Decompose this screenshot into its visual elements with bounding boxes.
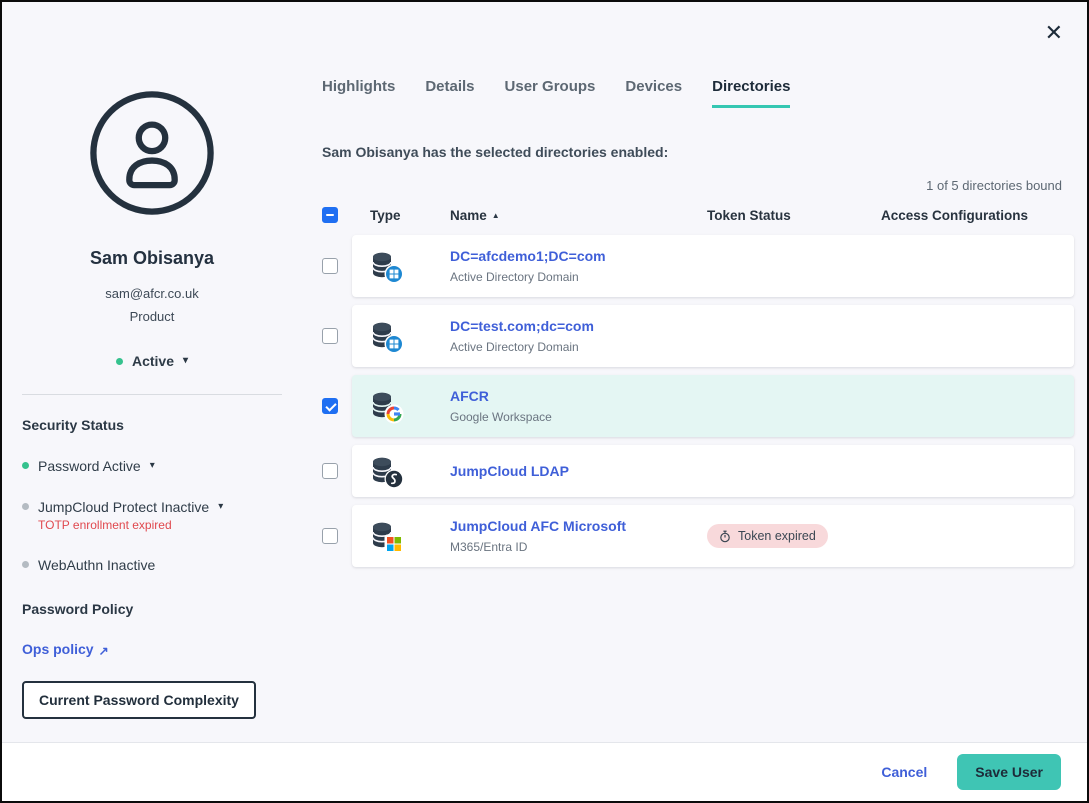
sidebar-divider <box>22 394 282 395</box>
token-expired-label: Token expired <box>738 529 816 543</box>
tab-user-groups[interactable]: User Groups <box>505 78 596 108</box>
security-status-heading: Security Status <box>22 417 282 433</box>
user-email: sam@afcr.co.uk <box>2 286 302 301</box>
directory-row-card[interactable]: JumpCloud AFC Microsoft M365/Entra ID To… <box>352 505 1074 567</box>
webauthn-status: WebAuthn Inactive <box>22 557 282 573</box>
table-row: JumpCloud AFC Microsoft M365/Entra ID To… <box>322 505 1074 567</box>
google-workspace-icon <box>370 390 402 422</box>
table-header: Type Name ▲ Token Status Access Configur… <box>322 207 1074 223</box>
directory-type-label: Active Directory Domain <box>450 340 707 354</box>
directory-name-link[interactable]: DC=test.com;dc=com <box>450 318 707 334</box>
tab-bar: Highlights Details User Groups Devices D… <box>322 78 1074 108</box>
directory-name-link[interactable]: DC=afcdemo1;DC=com <box>450 248 707 264</box>
chevron-down-icon: ▾ <box>150 461 155 471</box>
stopwatch-icon <box>719 530 731 543</box>
security-item-password: Password Active ▾ <box>22 458 282 474</box>
chevron-down-icon: ▾ <box>218 502 223 512</box>
row-checkbox[interactable] <box>322 463 338 479</box>
ops-policy-label: Ops policy <box>22 641 94 657</box>
security-item-webauthn: WebAuthn Inactive <box>22 557 282 573</box>
webauthn-status-label: WebAuthn Inactive <box>38 557 155 573</box>
directory-list: DC=afcdemo1;DC=com Active Directory Doma… <box>322 235 1074 567</box>
cancel-button[interactable]: Cancel <box>881 764 927 780</box>
directory-row-card[interactable]: DC=test.com;dc=com Active Directory Doma… <box>352 305 1074 367</box>
status-dot-icon <box>22 561 29 568</box>
ops-policy-link[interactable]: Ops policy ↗ <box>22 641 109 657</box>
user-details-modal: ✕ Sam Obisanya sam@afcr.co.uk Product Ac… <box>0 0 1089 803</box>
directories-panel: Highlights Details User Groups Devices D… <box>322 2 1074 567</box>
row-checkbox[interactable] <box>322 258 338 274</box>
password-policy-heading: Password Policy <box>22 601 282 617</box>
token-expired-badge: Token expired <box>707 524 828 548</box>
directory-type-label: M365/Entra ID <box>450 540 707 554</box>
modal-footer: Cancel Save User <box>2 742 1087 801</box>
tab-details[interactable]: Details <box>425 78 474 108</box>
microsoft-entra-icon <box>370 520 402 552</box>
chevron-down-icon: ▾ <box>183 356 188 366</box>
protect-status-label: JumpCloud Protect Inactive <box>38 499 209 515</box>
status-label: Active <box>132 353 174 369</box>
select-all-checkbox[interactable] <box>322 207 338 223</box>
row-checkbox[interactable] <box>322 328 338 344</box>
column-header-name[interactable]: Name <box>450 208 487 223</box>
tab-devices[interactable]: Devices <box>625 78 682 108</box>
directory-name-link[interactable]: AFCR <box>450 388 707 404</box>
user-job-title: Product <box>2 309 302 324</box>
row-checkbox[interactable] <box>322 528 338 544</box>
row-checkbox[interactable] <box>322 398 338 414</box>
user-name: Sam Obisanya <box>2 248 302 269</box>
table-row: JumpCloud LDAP <box>322 445 1074 497</box>
directory-type-label: Active Directory Domain <box>450 270 707 284</box>
save-user-button[interactable]: Save User <box>957 754 1061 790</box>
table-row: DC=afcdemo1;DC=com Active Directory Doma… <box>322 235 1074 297</box>
protect-status-dropdown[interactable]: JumpCloud Protect Inactive ▾ <box>22 499 282 515</box>
column-header-token-status[interactable]: Token Status <box>707 208 881 223</box>
tab-highlights[interactable]: Highlights <box>322 78 395 108</box>
bound-count-label: 1 of 5 directories bound <box>322 178 1074 193</box>
status-dot-icon <box>22 462 29 469</box>
tab-directories[interactable]: Directories <box>712 78 790 108</box>
security-item-protect: JumpCloud Protect Inactive ▾ TOTP enroll… <box>22 499 282 532</box>
totp-expired-note: TOTP enrollment expired <box>38 518 282 532</box>
sort-ascending-icon: ▲ <box>492 211 500 220</box>
password-status-dropdown[interactable]: Password Active ▾ <box>22 458 282 474</box>
jumpcloud-ldap-icon <box>370 455 402 487</box>
avatar <box>89 90 215 216</box>
external-link-icon: ↗ <box>99 644 109 658</box>
status-dot-icon <box>22 503 29 510</box>
directories-subtitle: Sam Obisanya has the selected directorie… <box>322 144 1074 160</box>
table-row: DC=test.com;dc=com Active Directory Doma… <box>322 305 1074 367</box>
table-row: AFCR Google Workspace <box>322 375 1074 437</box>
directory-row-card[interactable]: DC=afcdemo1;DC=com Active Directory Doma… <box>352 235 1074 297</box>
password-status-label: Password Active <box>38 458 141 474</box>
user-sidebar: Sam Obisanya sam@afcr.co.uk Product Acti… <box>2 2 302 719</box>
directory-type-label: Google Workspace <box>450 410 707 424</box>
directory-name-link[interactable]: JumpCloud LDAP <box>450 463 707 479</box>
directory-name-link[interactable]: JumpCloud AFC Microsoft <box>450 518 707 534</box>
column-header-access-configurations[interactable]: Access Configurations <box>881 208 1074 223</box>
status-dot-icon <box>116 358 123 365</box>
user-status-dropdown[interactable]: Active ▾ <box>116 353 188 369</box>
directory-row-card[interactable]: AFCR Google Workspace <box>352 375 1074 437</box>
active-directory-icon <box>370 250 402 282</box>
column-header-type[interactable]: Type <box>370 208 450 223</box>
current-password-complexity-button[interactable]: Current Password Complexity <box>22 681 256 719</box>
active-directory-icon <box>370 320 402 352</box>
directory-row-card[interactable]: JumpCloud LDAP <box>352 445 1074 497</box>
